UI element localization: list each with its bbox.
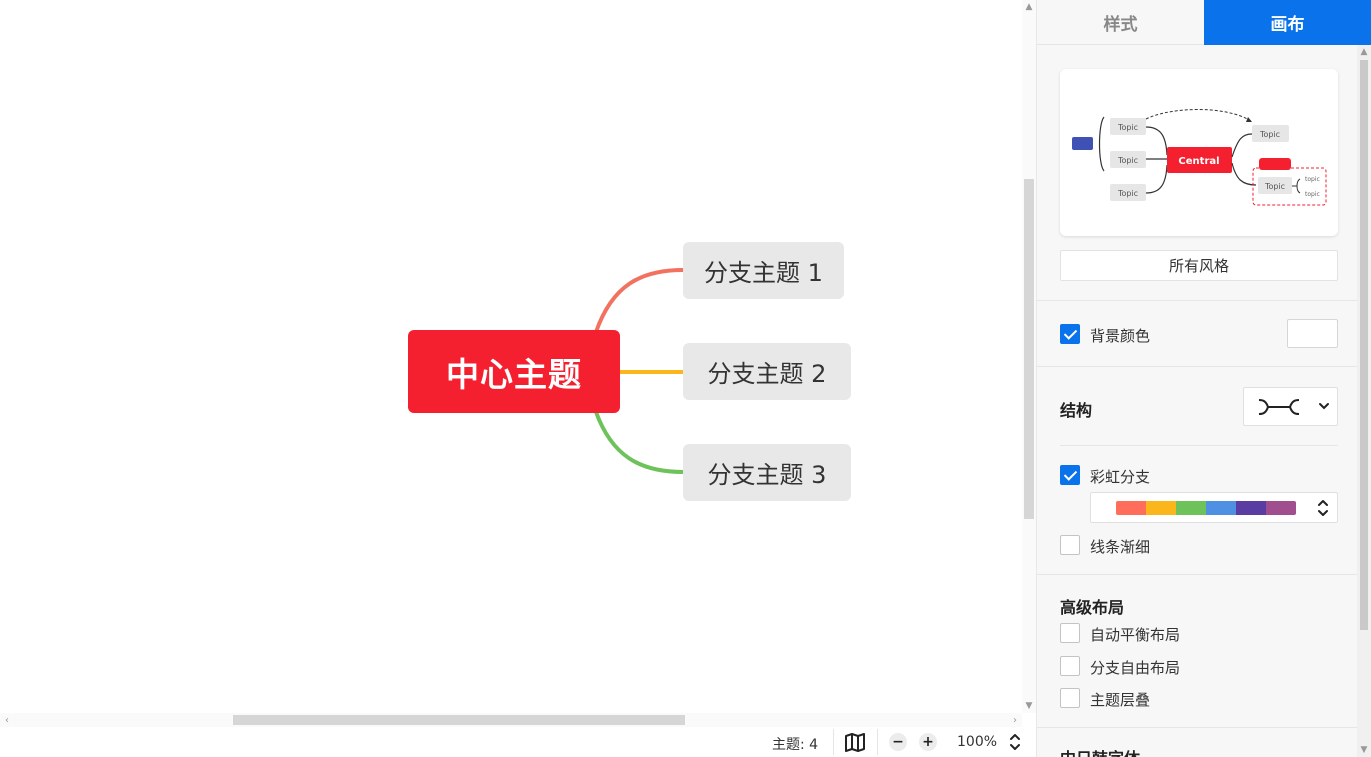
- divider: [1037, 727, 1371, 728]
- preview-topic-text: Topic: [1117, 156, 1138, 165]
- branch-topic-3[interactable]: 分支主题 3: [683, 444, 851, 501]
- topic-overlap-checkbox[interactable]: [1060, 688, 1080, 708]
- zoom-level: 100%: [957, 734, 998, 750]
- scroll-down-icon[interactable]: ▼: [1022, 699, 1036, 713]
- sidebar-scrollbar[interactable]: ▲ ▼: [1357, 45, 1371, 757]
- free-branch-layout-checkbox[interactable]: [1060, 656, 1080, 676]
- divider: [1037, 300, 1371, 301]
- vertical-scroll-thumb[interactable]: [1024, 179, 1034, 519]
- zoom-out-button[interactable]: −: [889, 733, 907, 751]
- rainbow-color-2: [1146, 501, 1176, 515]
- status-bar: 主题: 4 − + 100%: [0, 727, 1036, 757]
- rainbow-palette-select[interactable]: [1090, 492, 1338, 523]
- scroll-left-icon[interactable]: ‹: [0, 713, 14, 727]
- tab-style[interactable]: 样式: [1037, 0, 1204, 45]
- branch-topic-1[interactable]: 分支主题 1: [683, 242, 844, 299]
- rainbow-color-1: [1116, 501, 1146, 515]
- background-color-swatch[interactable]: [1287, 319, 1338, 348]
- preview-topic-text: Topic: [1259, 130, 1280, 139]
- canvas-horizontal-scrollbar[interactable]: ‹ ›: [0, 713, 1022, 727]
- preview-central-text: Central: [1178, 156, 1219, 167]
- rainbow-palette-preview: [1116, 501, 1296, 515]
- scroll-up-icon[interactable]: ▲: [1022, 0, 1036, 14]
- cjk-font-title: 中日韩字体: [1060, 745, 1140, 757]
- branch-line-3: [594, 410, 685, 474]
- preview-topic-text: Topic: [1117, 123, 1138, 132]
- preview-topic-text: Topic: [1264, 182, 1285, 191]
- divider: [833, 729, 834, 755]
- canvas-vertical-scrollbar[interactable]: ▲ ▼: [1022, 0, 1036, 713]
- line-taper-checkbox[interactable]: [1060, 535, 1080, 555]
- all-styles-button[interactable]: 所有风格: [1060, 250, 1338, 281]
- rainbow-branch-label: 彩虹分支: [1090, 468, 1151, 486]
- mindmap-canvas[interactable]: 中心主题 分支主题 1 分支主题 2 分支主题 3: [0, 0, 1022, 713]
- app-window: 中心主题 分支主题 1 分支主题 2 分支主题 3 ▲ ▼ ‹ › 主题: 4 …: [0, 0, 1371, 757]
- auto-balance-checkbox[interactable]: [1060, 623, 1080, 643]
- tab-canvas[interactable]: 画布: [1204, 0, 1371, 45]
- zoom-in-button[interactable]: +: [919, 733, 937, 751]
- preview-subtopic-text: topic: [1305, 176, 1320, 183]
- scroll-up-icon[interactable]: ▲: [1357, 45, 1371, 59]
- up-down-chevron-icon[interactable]: [1315, 497, 1331, 519]
- structure-title: 结构: [1060, 401, 1093, 420]
- scroll-down-icon[interactable]: ▼: [1357, 743, 1371, 757]
- scroll-right-icon[interactable]: ›: [1008, 713, 1022, 727]
- horizontal-scroll-thumb[interactable]: [233, 715, 685, 725]
- rainbow-color-6: [1266, 501, 1296, 515]
- free-branch-layout-label: 分支自由布局: [1090, 659, 1181, 677]
- branch-topic-2[interactable]: 分支主题 2: [683, 343, 851, 400]
- background-color-checkbox[interactable]: [1060, 324, 1080, 344]
- rainbow-color-4: [1206, 501, 1236, 515]
- branch-line-1: [594, 268, 685, 334]
- preview-topic-text: Topic: [1117, 189, 1138, 198]
- structure-dropdown[interactable]: [1243, 387, 1338, 426]
- style-preview-thumbnail[interactable]: Topic Topic Topic Central Topic Topic to…: [1060, 69, 1338, 236]
- central-topic[interactable]: 中心主题: [408, 330, 620, 413]
- sidebar-scroll-thumb[interactable]: [1360, 60, 1368, 630]
- style-preview-image: Topic Topic Topic Central Topic Topic to…: [1072, 109, 1327, 206]
- sidebar-tabs: 样式 画布: [1037, 0, 1371, 45]
- divider: [877, 729, 878, 755]
- chevron-down-icon: [1318, 398, 1330, 418]
- topic-count: 主题: 4: [772, 737, 819, 753]
- rainbow-branch-checkbox[interactable]: [1060, 465, 1080, 485]
- line-taper-label: 线条渐细: [1090, 538, 1151, 556]
- topic-overlap-label: 主题层叠: [1090, 691, 1151, 709]
- auto-balance-label: 自动平衡布局: [1090, 626, 1181, 644]
- background-color-label: 背景颜色: [1090, 327, 1151, 345]
- rainbow-color-3: [1176, 501, 1206, 515]
- mindmap-structure-icon: [1258, 397, 1300, 421]
- advanced-layout-title: 高级布局: [1060, 598, 1125, 617]
- up-down-chevron-icon[interactable]: [1007, 731, 1023, 753]
- format-sidebar: 样式 画布 Topic Topic Topic Central Topic To…: [1036, 0, 1371, 757]
- preview-subtopic-text: topic: [1305, 191, 1320, 198]
- divider: [1037, 366, 1371, 367]
- map-icon[interactable]: [843, 731, 867, 753]
- divider: [1060, 445, 1338, 446]
- divider: [1037, 574, 1371, 575]
- rainbow-color-5: [1236, 501, 1266, 515]
